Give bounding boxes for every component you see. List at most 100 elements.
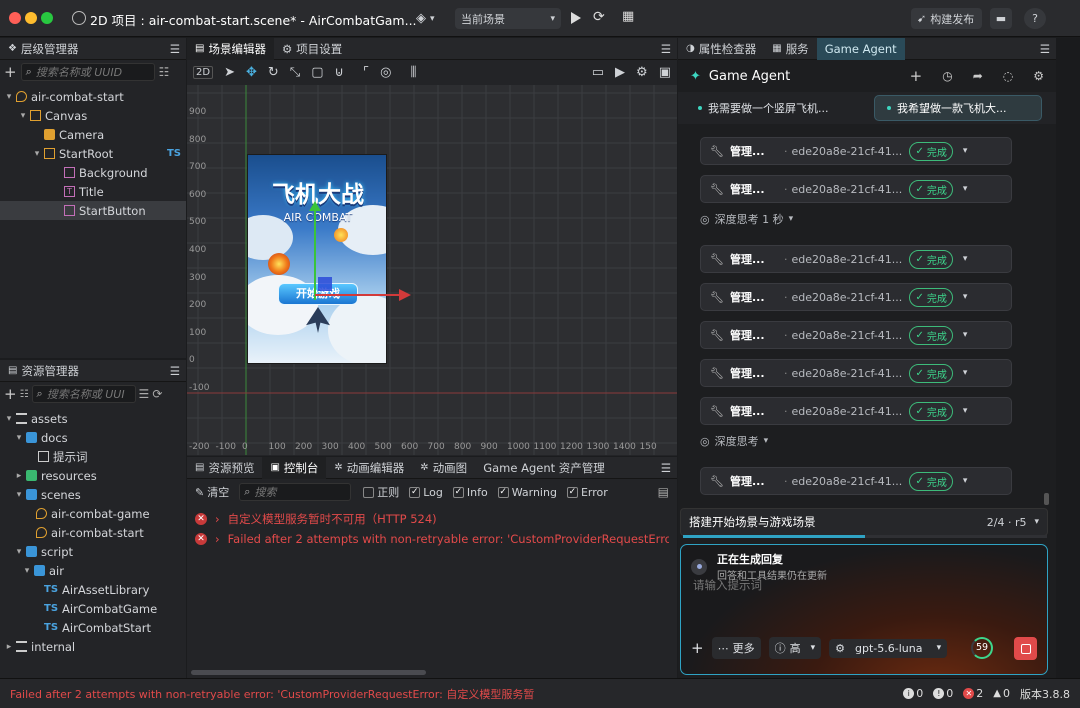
select-tool-icon[interactable]: ➤ bbox=[224, 65, 235, 80]
error-filter[interactable]: ✓ Error bbox=[566, 486, 608, 499]
prompt-input-box[interactable]: 正在生成回复 回答和工具结果仍在更新 请输入提示词 + ⋯ 更多 ⓘ 高 ▾ ⚙ gpt… bbox=[680, 544, 1048, 675]
camera-icon[interactable]: ▶ bbox=[615, 65, 625, 80]
menu-icon[interactable]: ☰ bbox=[170, 42, 180, 56]
more-button[interactable]: ⋯ 更多 bbox=[711, 637, 761, 659]
tree-node[interactable]: ▾ script bbox=[0, 542, 186, 561]
log-filter[interactable]: ✓ Log bbox=[409, 486, 443, 499]
tree-node[interactable]: ▸ resources bbox=[0, 466, 186, 485]
rect-tool-icon[interactable]: ▢ bbox=[311, 65, 323, 80]
tree-node[interactable]: ▾ StartRoot TS bbox=[0, 144, 186, 163]
clear-button[interactable]: ✎ 清空 bbox=[195, 484, 229, 500]
game-preview[interactable]: 飞机大战 AIR COMBAT 开始游戏 bbox=[247, 154, 387, 364]
session-tab[interactable]: 我需要做一个竖屏飞机... bbox=[686, 96, 866, 120]
tab-asset-preview[interactable]: ▤ 资源预览 bbox=[187, 457, 262, 479]
move-tool-icon[interactable]: ✥ bbox=[246, 65, 257, 80]
add-asset-button[interactable]: + bbox=[4, 385, 17, 403]
level-select[interactable]: ⓘ 高 ▾ bbox=[768, 637, 822, 659]
publish-button[interactable]: ➹ 构建发布 bbox=[911, 8, 982, 29]
chevron-down-icon[interactable]: ▾ bbox=[963, 406, 968, 416]
tab-assets[interactable]: ▤ 资源管理器 bbox=[0, 360, 87, 382]
gizmo-x-arrow-icon[interactable] bbox=[399, 289, 411, 301]
tree-node[interactable]: T Title bbox=[0, 182, 186, 201]
collapse-all-icon[interactable]: ☰ bbox=[139, 387, 150, 401]
console-error-row[interactable]: ✕ › Failed after 2 attempts with non-retry… bbox=[195, 529, 669, 549]
tab-project-settings[interactable]: ⚙ 项目设置 bbox=[274, 38, 350, 60]
horizontal-scrollbar[interactable] bbox=[191, 670, 426, 675]
tool-call-card[interactable]: 🔧︎ 管理... · ede20a8e-21cf-41... ✓ 完成 ▾ bbox=[700, 283, 1012, 311]
tool-call-card[interactable]: 🔧︎ 管理... · ede20a8e-21cf-41... ✓ 完成 ▾ bbox=[700, 321, 1012, 349]
regex-filter[interactable]: 正则 bbox=[363, 484, 399, 500]
chevron-down-icon[interactable]: ▾ bbox=[963, 476, 968, 486]
tool-call-card[interactable]: 🔧︎ 管理... · ede20a8e-21cf-41... ✓ 完成 ▾ bbox=[700, 137, 1012, 165]
tab-animation-editor[interactable]: ✲ 动画编辑器 bbox=[326, 457, 412, 479]
model-select[interactable]: ⚙ gpt-5.6-luna ▾ bbox=[829, 638, 948, 658]
tree-node[interactable]: ▾ scenes bbox=[0, 485, 186, 504]
tool-call-card[interactable]: 🔧︎ 管理... · ede20a8e-21cf-41... ✓ 完成 ▾ bbox=[700, 359, 1012, 387]
checkbox-checked[interactable]: ✓ bbox=[452, 486, 464, 498]
tab-agent-assets[interactable]: Game Agent 资产管理 bbox=[475, 457, 613, 479]
gear-icon[interactable]: ⚙ bbox=[636, 65, 648, 80]
tree-node[interactable]: TS AirCombatStart bbox=[0, 618, 186, 637]
play-button[interactable] bbox=[571, 12, 581, 24]
tree-node[interactable]: ▾ air-combat-start bbox=[0, 87, 186, 106]
rotate-tool-icon[interactable]: ↻ bbox=[268, 65, 279, 80]
platform-dropdown[interactable]: ◈ ▾ bbox=[410, 8, 452, 29]
maximize-window-button[interactable] bbox=[41, 12, 53, 24]
console-settings-icon[interactable]: ▤ bbox=[658, 485, 669, 499]
stop-button[interactable] bbox=[1014, 637, 1037, 660]
chevron-down-icon[interactable]: ▾ bbox=[963, 184, 968, 194]
minimize-window-button[interactable] bbox=[25, 12, 37, 24]
tree-node[interactable]: ▾ Canvas bbox=[0, 106, 186, 125]
checkbox-checked[interactable]: ✓ bbox=[409, 486, 421, 498]
tree-node[interactable]: ▾ docs bbox=[0, 428, 186, 447]
tool-call-card[interactable]: 🔧︎ 管理... · ede20a8e-21cf-41... ✓ 完成 ▾ bbox=[700, 245, 1012, 273]
prompt-placeholder[interactable]: 请输入提示词 bbox=[693, 577, 762, 593]
menu-icon[interactable]: ☰ bbox=[170, 364, 180, 378]
tab-animation-graph[interactable]: ✲ 动画图 bbox=[412, 457, 475, 479]
tool-call-card[interactable]: 🔧︎ 管理... · ede20a8e-21cf-41... ✓ 完成 ▾ bbox=[700, 467, 1012, 495]
tree-node[interactable]: ▸ internal bbox=[0, 637, 186, 656]
chevron-down-icon[interactable]: ▾ bbox=[963, 254, 968, 264]
hierarchy-search-input[interactable]: ⌕ 搜索名称或 UUID bbox=[20, 63, 155, 81]
tab-inspector[interactable]: ◑ 属性检查器 bbox=[678, 38, 764, 60]
close-window-button[interactable] bbox=[9, 12, 21, 24]
warning-filter[interactable]: ✓ Warning bbox=[497, 486, 557, 499]
tab-hierarchy[interactable]: ❖ 层级管理器 bbox=[0, 38, 86, 60]
tree-node[interactable]: TS AirAssetLibrary bbox=[0, 580, 186, 599]
notification-count[interactable]: ▲ 0 bbox=[993, 687, 1010, 700]
scene-select[interactable]: 当前场景 ▾ bbox=[455, 8, 561, 29]
folder-button[interactable]: ▬ bbox=[990, 8, 1012, 29]
status-message[interactable]: Failed after 2 attempts with non-retryab… bbox=[10, 686, 534, 702]
tree-node[interactable]: ▾ air bbox=[0, 561, 186, 580]
qr-preview-button[interactable]: ▦ bbox=[622, 9, 634, 24]
2d-toggle-button[interactable]: 2D bbox=[193, 66, 214, 79]
console-search-input[interactable]: ⌕ 搜索 bbox=[239, 483, 352, 501]
tool-call-card[interactable]: 🔧︎ 管理... · ede20a8e-21cf-41... ✓ 完成 ▾ bbox=[700, 175, 1012, 203]
session-tab-active[interactable]: 我希望做一款飞机大... bbox=[874, 95, 1042, 121]
info-filter[interactable]: ✓ Info bbox=[452, 486, 488, 499]
tree-node[interactable]: TS AirCombatGame bbox=[0, 599, 186, 618]
history-button[interactable]: ◷ bbox=[942, 69, 952, 83]
checkbox-checked[interactable]: ✓ bbox=[497, 486, 509, 498]
menu-icon[interactable]: ☰ bbox=[661, 42, 671, 56]
support-button[interactable]: ◌ bbox=[1003, 69, 1013, 83]
tab-game-agent[interactable]: Game Agent bbox=[816, 37, 905, 60]
chevron-down-icon[interactable]: ▾ bbox=[963, 292, 968, 302]
assets-search-input[interactable]: ⌕ 搜索名称或 UUI bbox=[31, 385, 136, 403]
tree-node-selected[interactable]: StartButton bbox=[0, 201, 186, 220]
error-count[interactable]: ✕ 2 bbox=[963, 687, 983, 700]
sort-icon[interactable]: ☷ bbox=[20, 389, 29, 400]
checkbox-checked[interactable]: ✓ bbox=[566, 486, 578, 498]
snap-icon[interactable]: ◎ bbox=[380, 65, 391, 80]
menu-icon[interactable]: ☰ bbox=[1040, 42, 1050, 56]
scale-tool-icon[interactable]: ⤡ bbox=[290, 65, 300, 80]
image-icon[interactable]: ▣ bbox=[659, 65, 671, 80]
share-button[interactable]: ➦ bbox=[973, 69, 983, 83]
refresh-button[interactable]: ⟳ bbox=[593, 9, 605, 25]
add-node-button[interactable]: + bbox=[4, 63, 17, 81]
chevron-down-icon[interactable]: ▾ bbox=[963, 330, 968, 340]
gizmo-center-handle[interactable] bbox=[318, 277, 332, 291]
warning-count[interactable]: ! 0 bbox=[933, 687, 953, 700]
log-count[interactable]: i0 bbox=[903, 687, 923, 700]
tab-console[interactable]: ▣ 控制台 bbox=[262, 456, 327, 479]
